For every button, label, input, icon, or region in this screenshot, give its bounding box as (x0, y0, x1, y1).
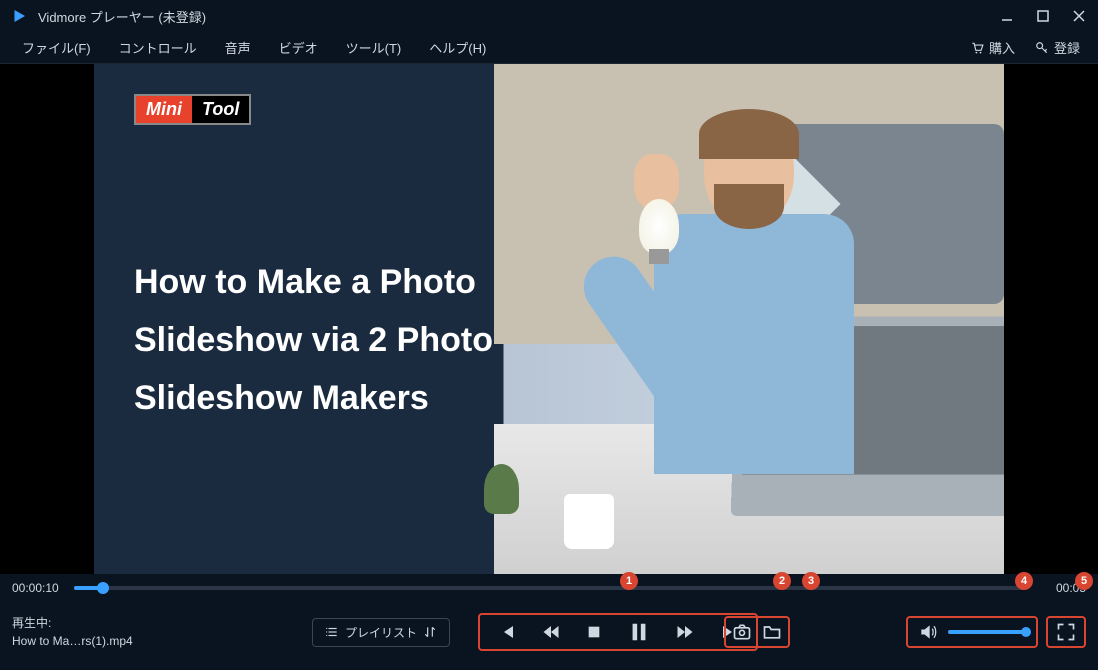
menu-audio[interactable]: 音声 (211, 38, 265, 57)
menu-tool[interactable]: ツール(T) (332, 38, 416, 57)
minitool-logo: Mini Tool (134, 94, 251, 125)
video-content-title: How to Make a Photo Slideshow via 2 Phot… (134, 254, 554, 427)
annotation-marker-1: 1 (620, 572, 638, 590)
minimize-button[interactable] (998, 7, 1016, 25)
titlebar: Vidmore プレーヤー (未登録) (0, 0, 1098, 32)
sort-icon (423, 625, 437, 639)
pause-button[interactable] (628, 621, 650, 643)
now-playing-file: How to Ma…rs(1).mp4 (12, 632, 212, 650)
video-frame: Mini Tool How to Make a Photo Slideshow … (94, 64, 1004, 574)
current-time: 00:00:10 (12, 581, 64, 595)
list-icon (325, 625, 339, 639)
register-button[interactable]: 登録 (1025, 38, 1090, 57)
now-playing: 再生中: How to Ma…rs(1).mp4 (12, 614, 212, 650)
stop-button[interactable] (586, 624, 602, 640)
annotation-marker-4: 4 (1015, 572, 1033, 590)
annotation-marker-2: 2 (773, 572, 791, 590)
cart-icon (970, 41, 984, 55)
previous-button[interactable] (498, 623, 516, 641)
menu-control[interactable]: コントロール (105, 38, 211, 57)
buy-button[interactable]: 購入 (960, 38, 1025, 57)
menu-file[interactable]: ファイル(F) (8, 38, 105, 57)
annotation-marker-3: 3 (802, 572, 820, 590)
snapshot-button[interactable] (732, 622, 752, 642)
controls-row: 再生中: How to Ma…rs(1).mp4 プレイリスト (0, 602, 1098, 662)
volume-slider[interactable] (948, 630, 1026, 634)
buy-label: 購入 (989, 38, 1015, 57)
window-title: Vidmore プレーヤー (未登録) (38, 7, 998, 26)
maximize-button[interactable] (1034, 7, 1052, 25)
seek-slider[interactable] (74, 586, 1024, 590)
key-icon (1035, 41, 1049, 55)
now-playing-label: 再生中: (12, 614, 212, 632)
playlist-label: プレイリスト (345, 624, 417, 641)
fullscreen-button[interactable] (1056, 622, 1076, 642)
transport-controls (478, 613, 758, 651)
annotation-marker-5: 5 (1075, 572, 1093, 590)
rewind-button[interactable] (542, 623, 560, 641)
progress-row: 00:00:10 00:05 (0, 574, 1098, 602)
video-area[interactable]: Mini Tool How to Make a Photo Slideshow … (0, 64, 1098, 574)
open-folder-button[interactable] (762, 622, 782, 642)
forward-button[interactable] (676, 623, 694, 641)
app-logo-icon (10, 7, 28, 25)
menu-video[interactable]: ビデオ (265, 38, 332, 57)
volume-button[interactable] (918, 622, 938, 642)
register-label: 登録 (1054, 38, 1080, 57)
playlist-button[interactable]: プレイリスト (312, 618, 450, 647)
menubar: ファイル(F) コントロール 音声 ビデオ ツール(T) ヘルプ(H) 購入 登… (0, 32, 1098, 64)
fullscreen-group (1046, 616, 1086, 648)
volume-group (906, 616, 1038, 648)
menu-help[interactable]: ヘルプ(H) (415, 38, 500, 57)
capture-group (724, 616, 790, 648)
close-button[interactable] (1070, 7, 1088, 25)
